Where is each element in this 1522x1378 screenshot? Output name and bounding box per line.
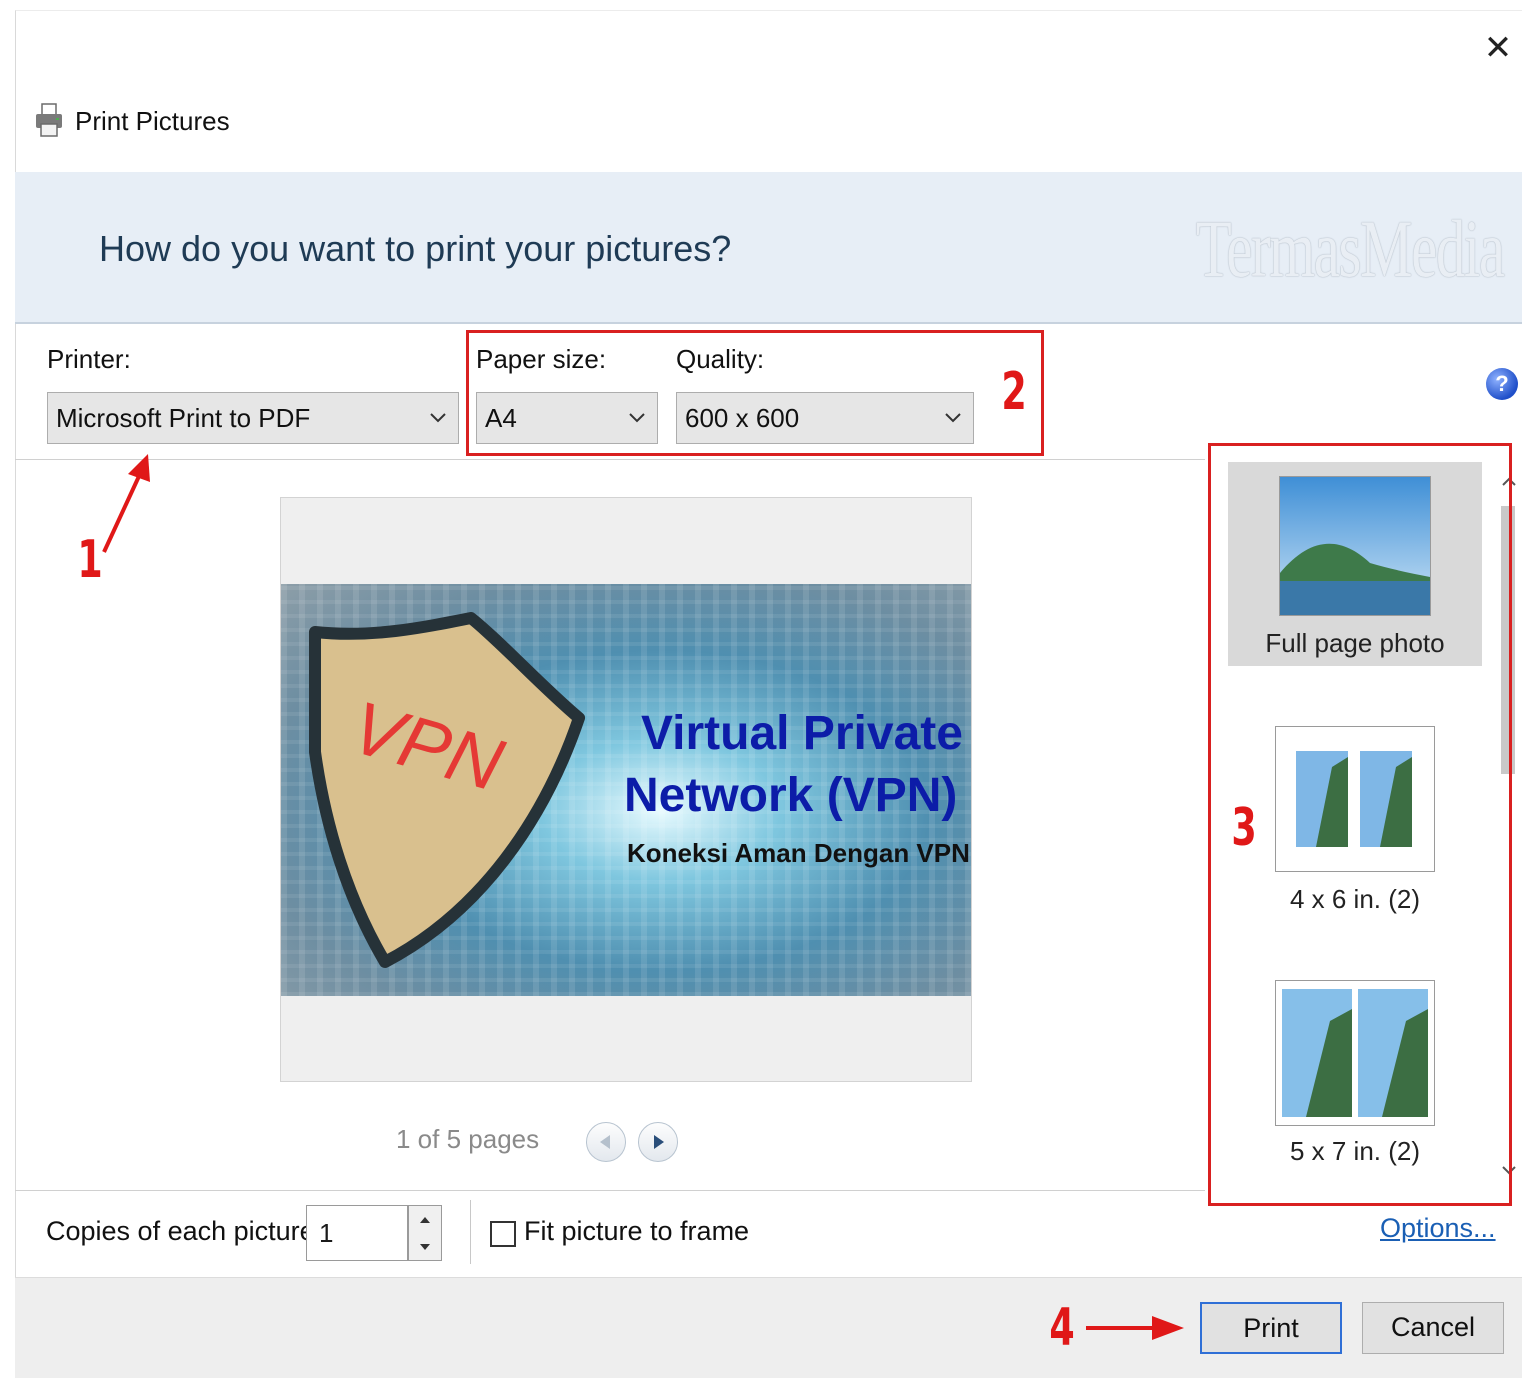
preview-subtitle: Koneksi Aman Dengan VPN <box>627 838 970 868</box>
preview-title-line1: Virtual Private <box>641 707 963 760</box>
decrement-button[interactable] <box>409 1233 441 1260</box>
window-title: Print Pictures <box>75 106 230 136</box>
print-preview: VPN Virtual Private Network (VPN) Koneks… <box>280 497 972 1082</box>
next-page-button[interactable] <box>638 1122 678 1162</box>
copies-stepper[interactable] <box>408 1205 442 1261</box>
annotation-number-3: 3 <box>1231 798 1257 858</box>
page-heading: How do you want to print your pictures? <box>99 228 732 269</box>
cancel-button[interactable]: Cancel <box>1362 1302 1504 1354</box>
caret-up-icon <box>420 1216 430 1223</box>
arrow-right-icon <box>654 1135 664 1149</box>
fit-picture-checkbox[interactable] <box>490 1221 516 1247</box>
header-banner: How do you want to print your pictures? … <box>15 172 1522 324</box>
print-button[interactable]: Print <box>1200 1302 1342 1354</box>
options-link[interactable]: Options... <box>1380 1213 1496 1244</box>
previous-page-button[interactable] <box>586 1122 626 1162</box>
help-icon[interactable]: ? <box>1486 368 1518 400</box>
copies-label: Copies of each picture: <box>46 1216 323 1246</box>
close-button[interactable]: ✕ <box>1478 28 1518 68</box>
arrow-left-icon <box>600 1135 610 1149</box>
printer-select[interactable]: Microsoft Print to PDF <box>47 392 459 444</box>
preview-title-line2: Network (VPN) <box>624 769 958 822</box>
annotation-box-2 <box>466 330 1044 456</box>
printer-label: Printer: <box>47 344 131 374</box>
page-counter: 1 of 5 pages <box>396 1124 540 1154</box>
separator <box>470 1200 471 1264</box>
annotation-number-4: 4 <box>1049 1298 1075 1358</box>
annotation-arrow-4 <box>1086 1316 1184 1340</box>
divider <box>15 459 1205 460</box>
annotation-arrow-1 <box>102 454 150 553</box>
printer-select-value: Microsoft Print to PDF <box>56 403 311 433</box>
annotation-number-2: 2 <box>1001 362 1027 422</box>
copies-input[interactable]: 1 <box>306 1205 408 1261</box>
shield-icon: VPN <box>309 612 585 968</box>
divider <box>15 1190 1205 1191</box>
fit-picture-label[interactable]: Fit picture to frame <box>524 1216 749 1247</box>
printer-icon <box>36 103 62 137</box>
increment-button[interactable] <box>409 1206 441 1233</box>
watermark-logo: TermasMedia <box>1196 203 1505 294</box>
caret-down-icon <box>420 1243 430 1250</box>
preview-picture: VPN Virtual Private Network (VPN) Koneks… <box>281 584 971 996</box>
chevron-down-icon <box>428 393 448 443</box>
